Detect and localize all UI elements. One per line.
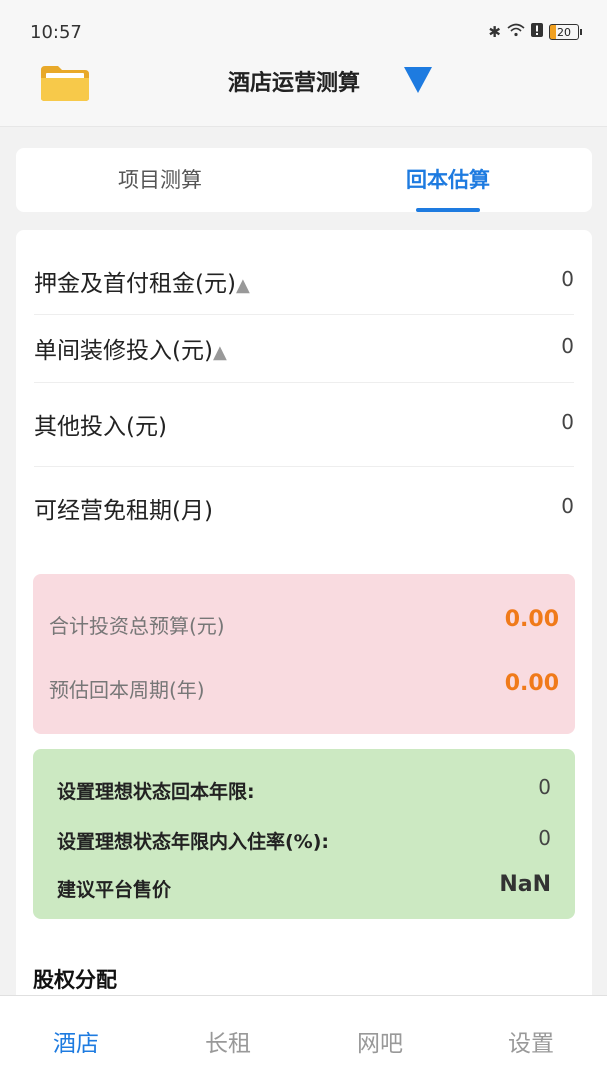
- ideal-years-label: 设置理想状态回本年限:: [57, 781, 255, 803]
- tab-bar: 项目测算 回本估算: [16, 148, 592, 212]
- triangle-up-icon: ▲: [212, 342, 227, 363]
- rent-free-row[interactable]: 可经营免租期(月) 0: [34, 466, 574, 550]
- dropdown-triangle-icon[interactable]: [403, 66, 433, 94]
- app-title: 酒店运营测算: [228, 71, 361, 96]
- tab-active-indicator: [416, 208, 480, 212]
- deposit-label: 押金及首付租金(元)▲: [34, 271, 250, 297]
- battery-icon: 20: [549, 24, 582, 40]
- suggested-price-label: 建议平台售价: [57, 879, 172, 901]
- alert-icon: [531, 22, 543, 42]
- other-investment-row[interactable]: 其他投入(元) 0: [34, 382, 574, 467]
- other-investment-label: 其他投入(元): [34, 414, 167, 440]
- deposit-row[interactable]: 押金及首付租金(元)▲ 0: [34, 248, 574, 315]
- deposit-value[interactable]: 0: [561, 267, 574, 291]
- other-investment-value[interactable]: 0: [561, 410, 574, 434]
- ideal-occupancy-label: 设置理想状态年限内入住率(%):: [57, 831, 330, 853]
- suggested-price-value: NaN: [499, 872, 551, 897]
- status-icons: ✱ 20: [488, 22, 582, 42]
- bottom-nav: 酒店 长租 网吧 设置: [0, 995, 607, 1081]
- ideal-occupancy-value[interactable]: 0: [538, 826, 551, 850]
- wifi-icon: [507, 22, 525, 42]
- tab-payback-estimate[interactable]: 回本估算: [304, 148, 592, 212]
- payback-form-card: 押金及首付租金(元)▲ 0 单间装修投入(元)▲ 0 其他投入(元) 0 可经营…: [16, 230, 592, 1010]
- rent-free-label: 可经营免租期(月): [34, 498, 213, 524]
- rent-free-value[interactable]: 0: [561, 494, 574, 518]
- payback-period-value: 0.00: [504, 671, 559, 696]
- renovation-row[interactable]: 单间装修投入(元)▲ 0: [34, 314, 574, 383]
- nav-hotel[interactable]: 酒店: [0, 1024, 152, 1058]
- bluetooth-icon: ✱: [488, 23, 501, 41]
- total-budget-value: 0.00: [504, 607, 559, 632]
- triangle-up-icon: ▲: [235, 275, 250, 296]
- renovation-value[interactable]: 0: [561, 334, 574, 358]
- ideal-state-box: 设置理想状态回本年限: 0 设置理想状态年限内入住率(%): 0 建议平台售价 …: [33, 749, 575, 919]
- payback-period-label: 预估回本周期(年): [49, 678, 205, 702]
- status-bar: 10:57 ✱ 20: [0, 0, 607, 56]
- nav-settings[interactable]: 设置: [455, 1024, 607, 1058]
- renovation-label: 单间装修投入(元)▲: [34, 338, 227, 364]
- ideal-years-value[interactable]: 0: [538, 775, 551, 799]
- nav-internet-cafe[interactable]: 网吧: [304, 1024, 456, 1058]
- status-time: 10:57: [30, 22, 82, 43]
- nav-long-rent[interactable]: 长租: [152, 1024, 304, 1058]
- investment-summary-box: 合计投资总预算(元) 0.00 预估回本周期(年) 0.00: [33, 574, 575, 734]
- equity-section-title: 股权分配: [33, 968, 117, 992]
- total-budget-label: 合计投资总预算(元): [49, 614, 225, 638]
- app-bar: 酒店运营测算: [0, 56, 607, 127]
- folder-icon[interactable]: [40, 64, 90, 102]
- tab-project-calc[interactable]: 项目测算: [16, 148, 304, 212]
